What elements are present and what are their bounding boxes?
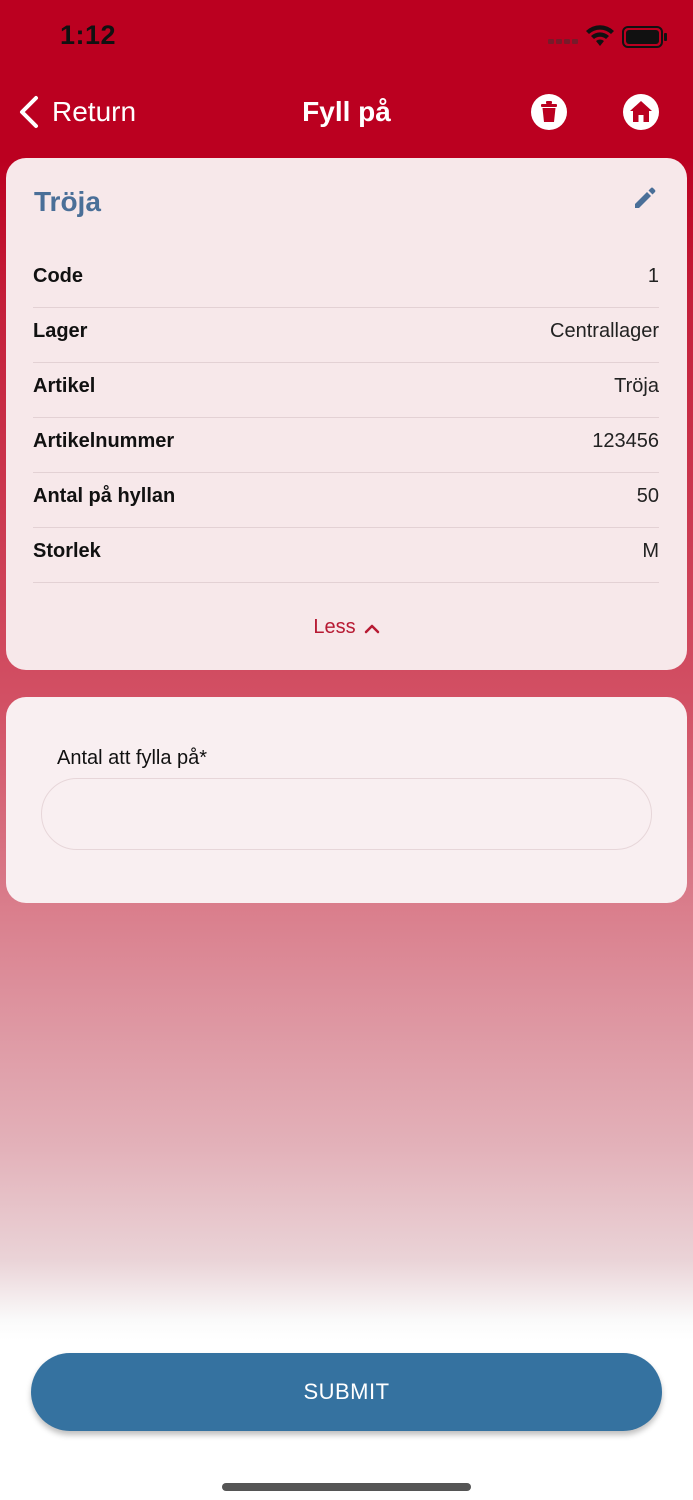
pencil-icon[interactable] <box>631 184 659 212</box>
quantity-label: Antal att fylla på* <box>57 747 208 769</box>
page-title: Fyll på <box>302 96 391 127</box>
home-icon[interactable] <box>622 93 660 131</box>
trash-icon[interactable] <box>530 93 568 131</box>
detail-label: Storlek <box>33 540 101 562</box>
detail-row-storlek: Storlek M <box>33 528 659 583</box>
home-indicator <box>222 1483 471 1491</box>
item-details-card: Tröja Code 1 Lager Centrallager Artikel … <box>6 158 687 670</box>
detail-rows: Code 1 Lager Centrallager Artikel Tröja … <box>33 253 659 583</box>
detail-row-artikel: Artikel Tröja <box>33 363 659 418</box>
detail-label: Artikel <box>33 375 96 397</box>
status-bar: 1:12 <box>0 0 693 70</box>
item-title: Tröja <box>34 186 101 217</box>
status-time: 1:12 <box>60 20 117 50</box>
detail-row-code: Code 1 <box>33 253 659 308</box>
detail-value: 1 <box>647 265 659 287</box>
detail-value: 50 <box>636 485 659 507</box>
detail-row-artikelnummer: Artikelnummer 123456 <box>33 418 659 473</box>
detail-value: Tröja <box>614 375 659 397</box>
detail-label: Code <box>33 265 83 287</box>
cellular-signal-icon <box>548 39 578 44</box>
detail-value: M <box>642 540 659 562</box>
refill-form-card: Antal att fylla på* <box>6 697 687 903</box>
detail-label: Lager <box>33 320 88 342</box>
battery-icon <box>622 26 667 48</box>
wifi-icon <box>586 25 614 46</box>
nav-bar: Return Fyll på <box>0 78 693 146</box>
submit-button[interactable]: SUBMIT <box>31 1353 662 1431</box>
detail-value: 123456 <box>592 430 659 452</box>
quantity-input[interactable] <box>41 778 652 850</box>
detail-value: Centrallager <box>550 320 659 342</box>
show-less-label: Less <box>313 616 356 638</box>
detail-label: Antal på hyllan <box>33 485 176 507</box>
detail-label: Artikelnummer <box>33 430 175 452</box>
detail-row-lager: Lager Centrallager <box>33 308 659 363</box>
detail-row-antal: Antal på hyllan 50 <box>33 473 659 528</box>
show-less-toggle[interactable]: Less <box>6 616 687 639</box>
chevron-up-icon <box>364 624 379 633</box>
